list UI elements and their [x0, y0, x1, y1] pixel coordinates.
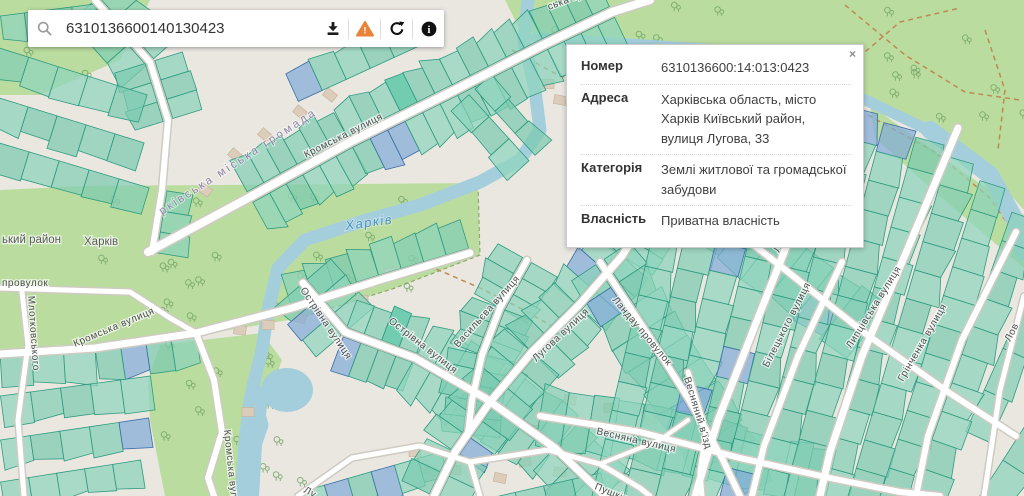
- parcel[interactable]: [113, 460, 146, 489]
- search-input[interactable]: [62, 20, 317, 37]
- warning-button[interactable]: !: [349, 10, 380, 47]
- parcel[interactable]: [91, 380, 125, 415]
- popup-row-category: Категорія Землі житлової та громадської …: [581, 155, 851, 206]
- popup-value: Харківська область, місто Харків Київськ…: [661, 90, 851, 149]
- parcel[interactable]: [29, 473, 62, 496]
- place-label: ький район: [2, 234, 61, 246]
- parcel[interactable]: [85, 464, 117, 492]
- info-button[interactable]: i: [413, 10, 444, 47]
- popup-row-ownership: Власність Приватна власність: [581, 206, 851, 237]
- place-label: Харків: [84, 236, 118, 248]
- parcel[interactable]: [560, 424, 590, 454]
- search-icon: [28, 20, 62, 38]
- pond: [261, 368, 313, 412]
- parcel[interactable]: [89, 422, 123, 458]
- building: [242, 408, 254, 417]
- parcel[interactable]: [1, 13, 28, 42]
- parcel[interactable]: [119, 418, 153, 449]
- close-icon[interactable]: ×: [849, 48, 856, 60]
- parcel[interactable]: [30, 431, 64, 459]
- street-label: провулок: [2, 278, 48, 289]
- parcel[interactable]: [96, 348, 126, 379]
- parcel-info-popup: × Номер 6310136600:14:013:0423 Адреса Ха…: [566, 44, 864, 248]
- refresh-icon: [388, 20, 406, 38]
- info-icon: i: [420, 20, 438, 38]
- popup-label: Адреса: [581, 90, 661, 149]
- parcel[interactable]: [121, 376, 156, 414]
- popup-value: 6310136600:14:013:0423: [661, 58, 851, 78]
- parcel[interactable]: [57, 469, 89, 496]
- refresh-button[interactable]: [381, 10, 412, 47]
- popup-value: Землі житлової та громадської забудови: [661, 160, 851, 199]
- popup-value: Приватна власність: [661, 211, 851, 231]
- cadastral-map[interactable]: Кромська вулицяська вулицяКромська вулиц…: [0, 0, 1024, 496]
- building: [553, 95, 566, 106]
- search-bar: ! i: [28, 10, 444, 47]
- parcel[interactable]: [61, 384, 95, 418]
- popup-label: Власність: [581, 211, 661, 231]
- svg-text:!: !: [363, 25, 366, 36]
- popup-row-number: Номер 6310136600:14:013:0423: [581, 53, 851, 85]
- building: [262, 321, 274, 330]
- popup-label: Категорія: [581, 160, 661, 199]
- parcel[interactable]: [64, 352, 98, 386]
- svg-text:i: i: [427, 24, 430, 35]
- warning-icon: !: [355, 20, 375, 38]
- parcel[interactable]: [566, 393, 595, 420]
- download-icon: [324, 20, 342, 38]
- parcel[interactable]: [146, 341, 176, 374]
- popup-row-address: Адреса Харківська область, місто Харків …: [581, 85, 851, 156]
- download-button[interactable]: [317, 10, 348, 47]
- popup-label: Номер: [581, 58, 661, 78]
